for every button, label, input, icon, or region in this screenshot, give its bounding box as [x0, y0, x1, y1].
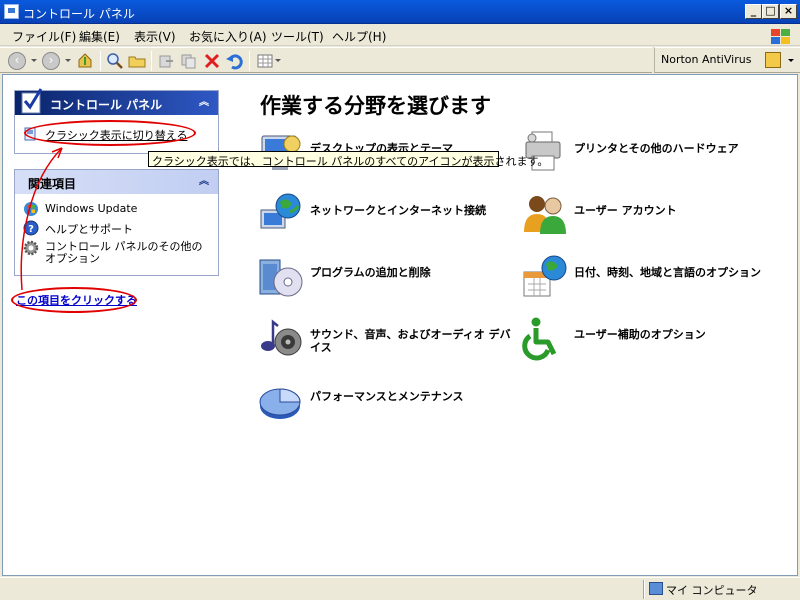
- annotation-arrow: [20, 147, 63, 291]
